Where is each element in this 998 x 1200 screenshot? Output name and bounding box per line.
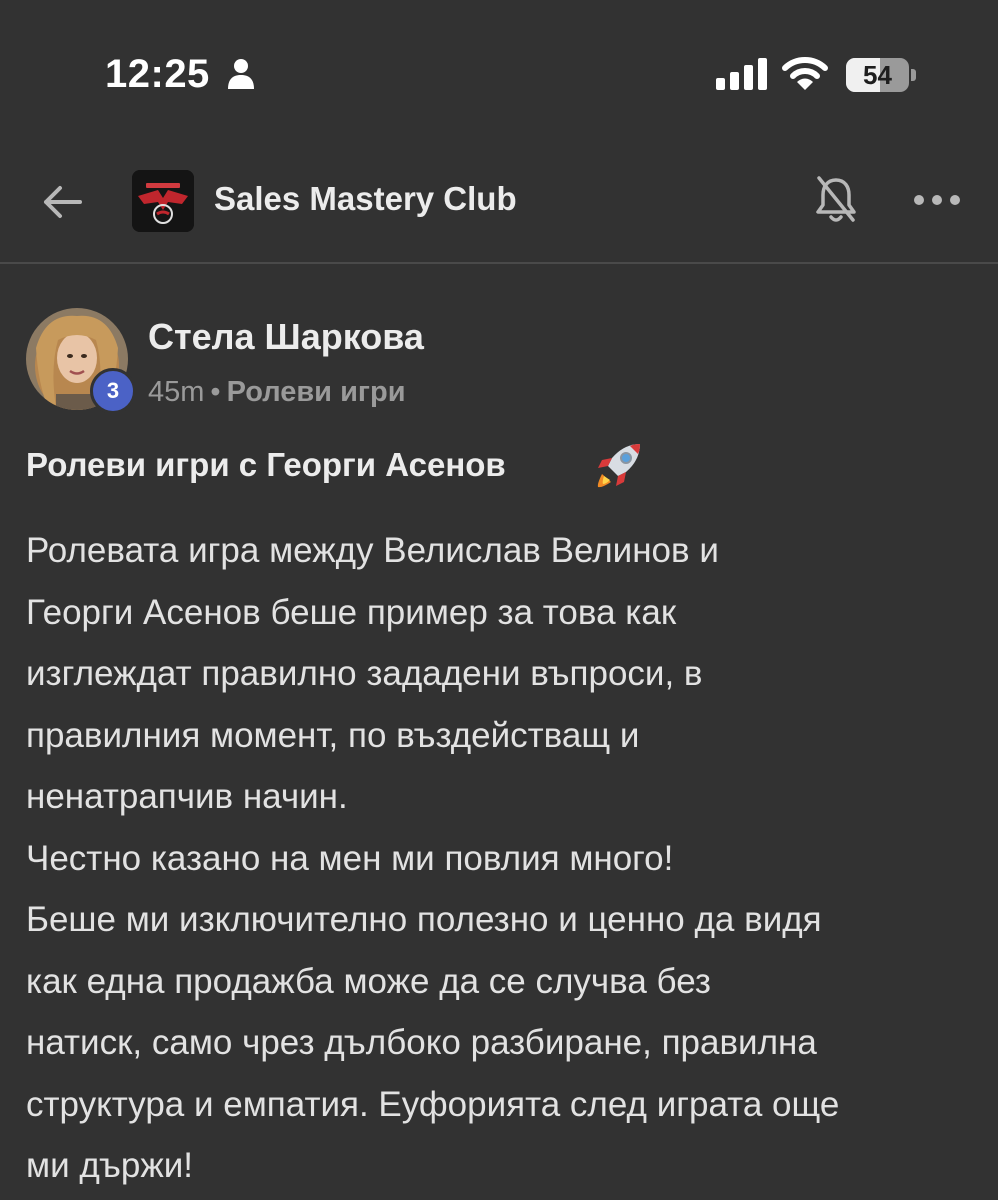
battery-icon: 54 [846,58,916,92]
post-time: 45m [148,376,205,408]
group-name[interactable]: Sales Mastery Club [214,180,517,218]
author-avatar-wrap[interactable]: 3 [26,308,136,418]
post-body-line: структура и емпатия. Еуфорията след игра… [26,1084,840,1124]
post-body: Ролевата игра между Велислав Велинов и Г… [26,520,986,1197]
post-body-line: как една продажба може да се случва без [26,961,711,1001]
battery-level: 54 [863,60,892,90]
meta-separator: • [210,376,221,408]
wifi-icon [782,57,828,90]
post-body-line: натиск, само чрез дълбоко разбиране, пра… [26,1023,817,1062]
post-body-line: правилния момент, по въздействащ и [26,715,640,755]
post-body-line: Честно казано на мен ми повлия много! [26,838,674,878]
cellular-signal-icon [716,58,767,90]
post-body-line: Георги Асенов беше пример за това как [26,592,677,632]
post-meta: 45m • Ролеви игри [148,376,406,409]
post-body-line: изглеждат правилно зададени въпроси, в [26,654,703,693]
group-logo-image [132,170,194,232]
group-logo[interactable] [132,170,194,232]
status-bar: 12:25 54 [0,0,998,150]
author-name[interactable]: Стела Шаркова [148,316,424,358]
post-category[interactable]: Ролеви игри [227,376,406,408]
post-title: Ролеви игри с Георги Асенов [26,446,506,483]
more-icon[interactable] [912,186,962,214]
post-body-line: Ролевата игра между Велислав Велинов и [26,531,719,570]
status-time: 12:25 [105,52,210,96]
back-arrow-icon[interactable] [40,180,84,224]
group-header: Sales Mastery Club [0,150,998,264]
post-body-line: Беше ми изключително полезно и ценно да … [26,900,822,939]
level-badge: 3 [90,368,136,414]
bell-muted-icon[interactable] [812,174,860,226]
rocket-icon [597,444,640,488]
person-icon [228,59,254,89]
post-body-line: ненатрапчив начин. [26,777,348,816]
post-body-line: ми държи! [26,1146,194,1185]
